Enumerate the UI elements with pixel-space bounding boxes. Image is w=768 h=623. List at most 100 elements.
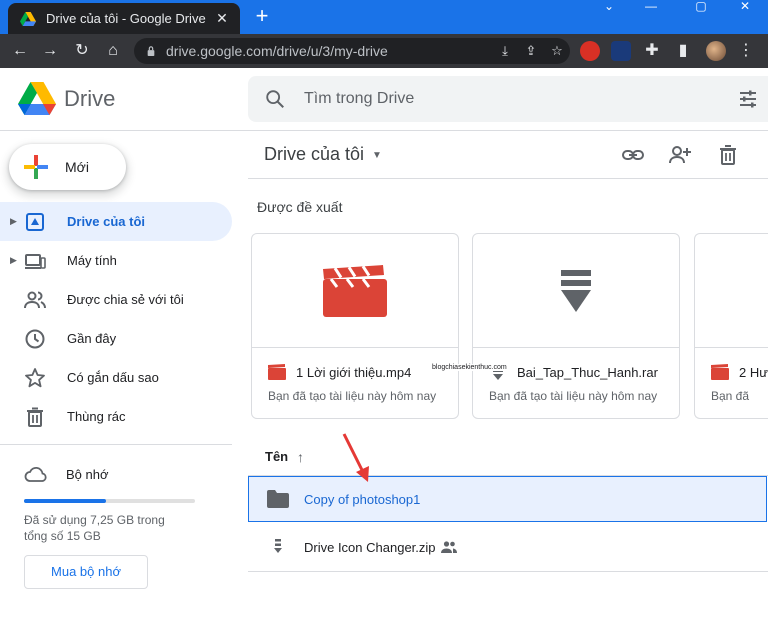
plus-icon xyxy=(24,155,48,179)
card-subtitle: Bạn đã tạo tài liệu này hôm nay xyxy=(268,389,437,403)
row-divider xyxy=(248,571,768,572)
expand-caret-icon[interactable]: ▶ xyxy=(10,216,17,227)
sort-arrow-up-icon[interactable]: ↑ xyxy=(297,449,304,465)
suggested-card[interactable]: 1 Lời giới thiệu.mp4 Bạn đã tạo tài liệu… xyxy=(251,233,459,419)
forward-icon[interactable]: → xyxy=(38,39,62,63)
new-tab-icon[interactable]: + xyxy=(252,4,272,28)
install-icon[interactable]: ⤓ xyxy=(492,43,518,59)
suggested-card[interactable]: 2 Hướ Bạn đã xyxy=(694,233,768,419)
get-link-icon[interactable] xyxy=(621,143,645,167)
bookmark-star-icon[interactable]: ☆ xyxy=(544,43,570,59)
sidebar-item-my-drive[interactable]: ▶ Drive của tôi xyxy=(0,202,232,241)
card-filename: 1 Lời giới thiệu.mp4 xyxy=(268,364,411,380)
video-file-icon xyxy=(268,364,286,380)
drive-logo-icon xyxy=(18,82,56,115)
sidebar-item-label: Drive của tôi xyxy=(67,214,146,229)
storage-bar xyxy=(24,499,195,503)
page-title[interactable]: Drive của tôi xyxy=(264,144,364,165)
home-icon[interactable]: ⌂ xyxy=(101,39,125,63)
star-icon xyxy=(25,368,45,388)
card-filename-text: Bai_Tap_Thuc_Hanh.rar xyxy=(517,364,658,380)
card-subtitle: Bạn đã tạo tài liệu này hôm nay xyxy=(489,389,658,403)
sidebar-item-recent[interactable]: Gần đây xyxy=(0,319,232,358)
video-thumbnail-icon xyxy=(323,264,387,317)
sidebar-item-label: Thùng rác xyxy=(67,409,126,424)
file-name: Drive Icon Changer.zip xyxy=(304,539,436,555)
shared-people-icon xyxy=(441,541,457,553)
sidebar-item-label: Gần đây xyxy=(67,331,117,346)
annotation-arrow xyxy=(342,433,369,482)
clock-icon xyxy=(25,329,45,349)
address-bar[interactable]: drive.google.com/drive/u/3/my-drive ⤓ ⇪ … xyxy=(134,38,570,64)
share-icon[interactable]: ⇪ xyxy=(518,43,544,59)
close-window-icon[interactable]: ✕ xyxy=(722,0,768,14)
toolbar-divider xyxy=(248,178,768,179)
table-row[interactable]: Copy of photoshop1 xyxy=(248,476,767,522)
card-preview xyxy=(473,234,679,348)
extension-j-icon[interactable] xyxy=(611,41,631,61)
sidebar-item-computers[interactable]: ▶ Máy tính xyxy=(0,241,232,280)
cloud-icon xyxy=(24,466,47,482)
minimize-icon[interactable]: — xyxy=(628,0,674,14)
folder-icon xyxy=(267,490,289,508)
maximize-icon[interactable]: ▢ xyxy=(678,0,724,14)
sidebar-divider xyxy=(0,444,232,445)
tab-search-icon[interactable]: ⌄ xyxy=(586,0,632,14)
extension-hand-icon[interactable] xyxy=(580,41,600,61)
search-icon[interactable] xyxy=(264,88,286,110)
new-button[interactable]: Mới xyxy=(9,144,126,190)
card-filename-text: 1 Lời giới thiệu.mp4 xyxy=(296,364,412,380)
card-preview xyxy=(252,234,458,348)
storage-bar-fill xyxy=(24,499,107,503)
sidebar-item-label: Có gắn dấu sao xyxy=(67,370,159,385)
suggested-card[interactable]: Bai_Tap_Thuc_Hanh.rar Bạn đã tạo tài liệ… xyxy=(472,233,680,419)
profile-avatar[interactable] xyxy=(706,41,726,61)
search-options-icon[interactable] xyxy=(738,89,758,109)
title-dropdown-icon[interactable]: ▼ xyxy=(372,150,382,161)
computer-icon xyxy=(25,254,46,269)
name-column-header[interactable]: Tên xyxy=(265,449,288,464)
url-text: drive.google.com/drive/u/3/my-drive xyxy=(166,43,388,59)
archive-thumbnail-icon xyxy=(561,269,591,312)
suggested-heading: Được đề xuất xyxy=(257,199,343,215)
trash-icon xyxy=(27,407,43,427)
chrome-menu-icon[interactable]: ⋮ xyxy=(734,39,758,63)
shared-with-me-icon xyxy=(24,291,46,309)
header-divider xyxy=(0,130,768,131)
lock-icon xyxy=(147,46,155,56)
card-filename-text: 2 Hướ xyxy=(739,364,768,380)
sidebar-nav: ▶ Drive của tôi ▶ Máy tính Được chia sẻ … xyxy=(0,202,232,436)
sidebar-item-trash[interactable]: Thùng rác xyxy=(0,397,232,436)
share-add-person-icon[interactable] xyxy=(668,143,692,167)
file-name: Copy of photoshop1 xyxy=(304,491,421,507)
sidepanel-icon[interactable]: ▮ xyxy=(671,39,695,63)
tab-title: Drive của tôi - Google Drive xyxy=(46,11,206,26)
back-icon[interactable]: ← xyxy=(8,39,32,63)
buy-storage-button[interactable]: Mua bộ nhớ xyxy=(24,555,148,589)
card-preview xyxy=(695,234,768,348)
card-filename: 2 Hướ xyxy=(711,364,768,380)
sidebar-item-label: Máy tính xyxy=(67,253,117,268)
search-bar[interactable]: Tìm trong Drive xyxy=(248,76,768,122)
table-row[interactable]: Drive Icon Changer.zip xyxy=(249,524,768,570)
storage-usage-text: Đã sử dụng 7,25 GB trong tổng số 15 GB xyxy=(24,513,165,543)
reload-icon[interactable]: ↻ xyxy=(70,39,94,63)
browser-toolbar: ← → ↻ ⌂ drive.google.com/drive/u/3/my-dr… xyxy=(0,34,768,68)
sidebar-item-shared[interactable]: Được chia sẻ với tôi xyxy=(0,280,232,319)
new-button-label: Mới xyxy=(65,159,89,175)
my-drive-icon xyxy=(26,213,44,231)
sidebar-item-label: Được chia sẻ với tôi xyxy=(67,292,184,307)
search-placeholder: Tìm trong Drive xyxy=(304,90,415,107)
storage-label: Bộ nhớ xyxy=(66,466,109,482)
tab-close-icon[interactable]: ✕ xyxy=(212,10,232,27)
browser-tab[interactable]: Drive của tôi - Google Drive ✕ xyxy=(8,3,240,34)
card-subtitle: Bạn đã xyxy=(711,389,750,403)
expand-caret-icon[interactable]: ▶ xyxy=(10,255,17,266)
video-file-icon xyxy=(711,364,729,380)
card-filename: Bai_Tap_Thuc_Hanh.rar xyxy=(489,364,658,380)
sidebar-item-storage[interactable]: Bộ nhớ xyxy=(24,462,109,486)
delete-icon[interactable] xyxy=(716,143,740,167)
sidebar-item-starred[interactable]: Có gắn dấu sao xyxy=(0,358,232,397)
zip-file-icon xyxy=(274,539,282,553)
extensions-puzzle-icon[interactable]: ✚ xyxy=(640,39,664,63)
